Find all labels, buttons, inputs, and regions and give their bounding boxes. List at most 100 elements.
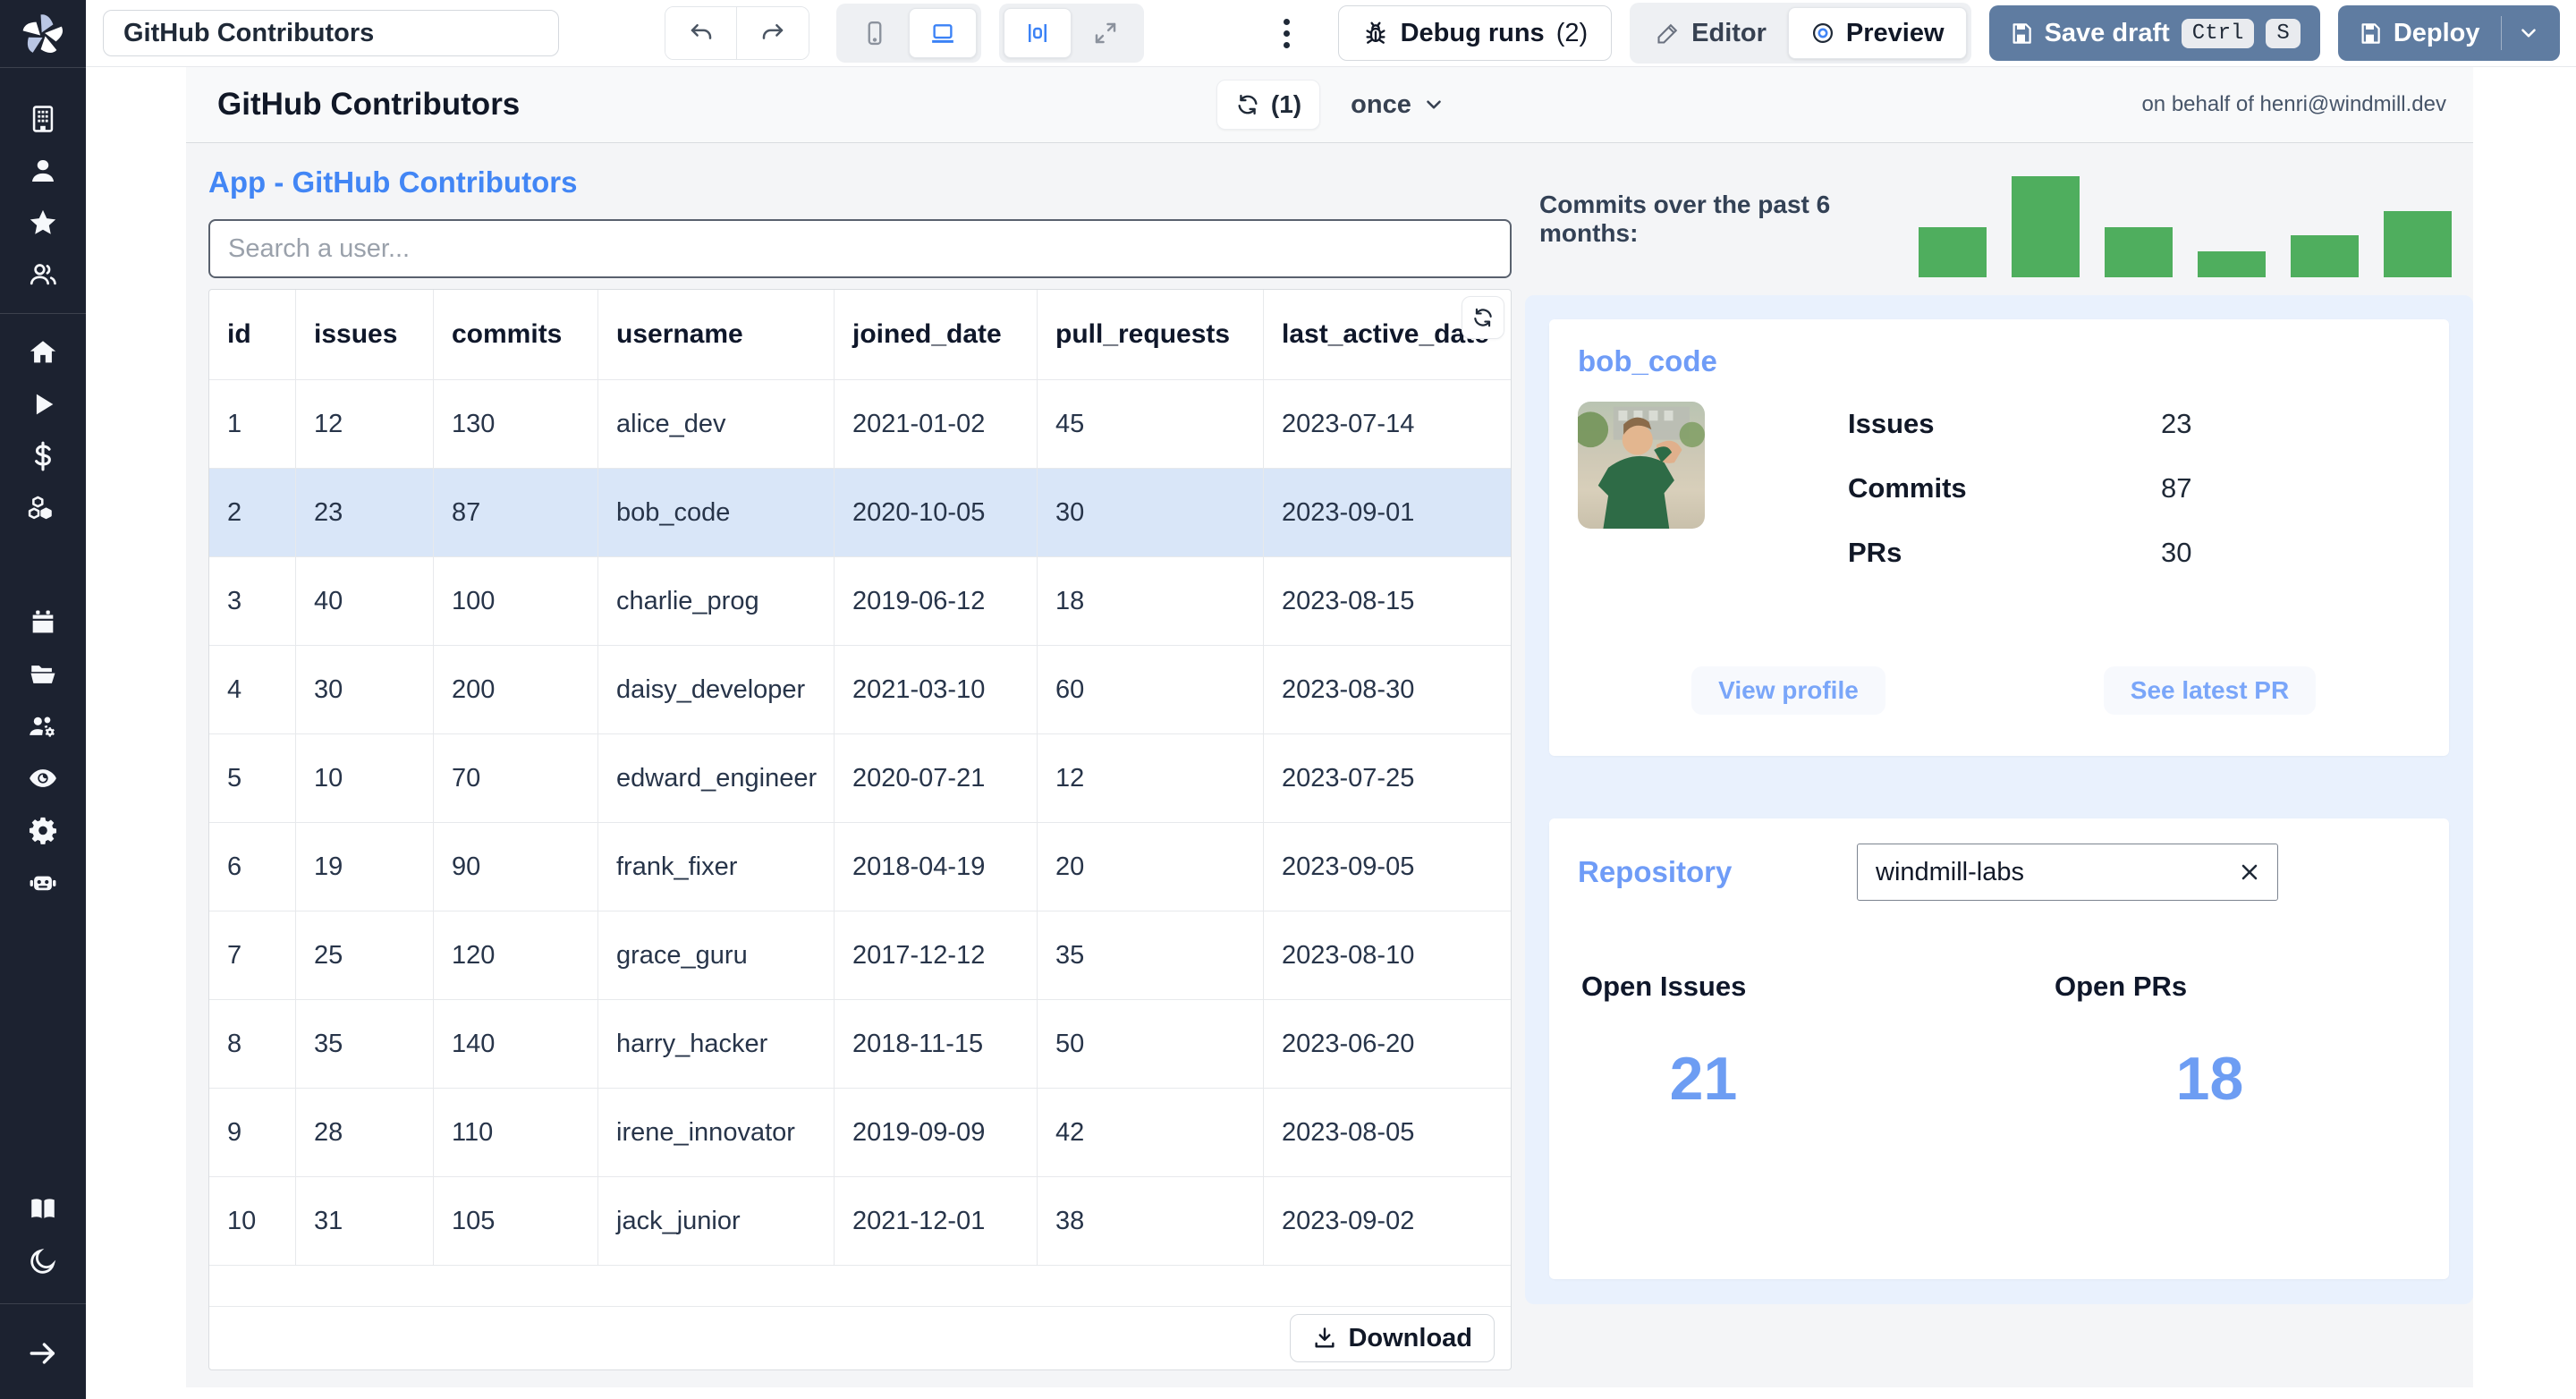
open-prs-label: Open PRs [2055,971,2188,1002]
building-icon[interactable] [0,93,86,145]
table-cell: 2023-09-01 [1282,497,1415,527]
table-cell: 90 [434,823,598,911]
table-cell: 2019-09-09 [835,1089,1038,1176]
table-row[interactable]: 3 40 100 charlie_prog 2019-06-12 18 2023-08-15 [209,557,1511,646]
users-gear-icon[interactable] [0,700,86,752]
table-row[interactable]: 5 10 70 edward_engineer 2020-07-21 12 2023-07-… [209,734,1511,823]
undo-button[interactable] [665,7,737,59]
sidebar [0,0,86,1399]
moon-icon[interactable] [0,1235,86,1287]
arrow-right-icon[interactable] [0,1327,86,1379]
chart-bar [2198,251,2266,277]
table-cell: 7 [209,911,296,999]
table-cell: 130 [434,380,598,468]
see-latest-pr-button[interactable]: See latest PR [2103,666,2317,715]
preview-tab[interactable]: Preview [1787,7,1967,59]
table-column-header: commits [434,290,598,379]
table-cell: 200 [434,646,598,733]
app-link-heading: App - GitHub Contributors [208,165,578,199]
save-icon [2009,21,2033,46]
download-button[interactable]: Download [1290,1314,1495,1362]
table-row[interactable]: 9 28 110 irene_innovator 2019-09-09 42 2023-08… [209,1089,1511,1177]
table-cell: 10 [209,1177,296,1265]
table-body: 1 12 130 alice_dev 2021-01-02 45 2023-07-14 2 23… [209,380,1511,1266]
schedule-dropdown[interactable]: once [1351,90,1445,120]
view-profile-button[interactable]: View profile [1691,666,1885,715]
table-cell: daisy_developer [598,646,835,733]
table-cell: 3 [209,557,296,645]
folder-icon[interactable] [0,649,86,700]
desktop-view-button[interactable] [909,8,977,58]
deploy-button[interactable]: Deploy [2337,5,2560,61]
save-draft-button[interactable]: Save draft Ctrl S [1988,5,2320,61]
table-cell: 9 [209,1089,296,1176]
gear-icon[interactable] [0,804,86,856]
table-cell: 2023-09-02 [1282,1206,1415,1235]
dollar-icon[interactable] [0,430,86,482]
on-behalf-text: on behalf of henri@windmill.dev [2141,92,2446,116]
table-cell: 19 [296,823,434,911]
star-icon[interactable] [0,197,86,249]
table-cell: edward_engineer [598,734,835,822]
table-row[interactable]: 4 30 200 daisy_developer 2021-03-10 60 2023-08… [209,646,1511,734]
mobile-view-button[interactable] [841,8,909,58]
chart-bar [1919,227,1987,277]
deploy-save-icon [2358,21,2382,46]
windmill-logo[interactable] [0,0,86,68]
table-row[interactable]: 8 35 140 harry_hacker 2018-11-15 50 2023-06-20 [209,1000,1511,1089]
table-cell: 2023-08-15 [1282,586,1415,615]
stat-value: 23 [2161,408,2192,439]
calendar-icon[interactable] [0,597,86,649]
app-title-input[interactable] [103,10,559,56]
table-cell: 10 [296,734,434,822]
chart-bar [2105,227,2173,277]
table-row[interactable]: 6 19 90 frank_fixer 2018-04-19 20 2023-09-05 [209,823,1511,911]
repository-card: Repository Open Issues 21 [1549,818,2449,1279]
table-cell: 38 [1038,1177,1264,1265]
repository-input[interactable] [1857,844,2278,901]
table-cell: 5 [209,734,296,822]
table-row[interactable]: 7 25 120 grace_guru 2017-12-12 35 2023-08-10 [209,911,1511,1000]
table-cell: 60 [1038,646,1264,733]
table-row[interactable]: 2 23 87 bob_code 2020-10-05 30 2023-09-01 [209,469,1511,557]
cubes-icon[interactable] [0,482,86,534]
table-column-header: joined_date [835,290,1038,379]
deploy-chevron-icon[interactable] [2517,21,2540,45]
table-cell: 4 [209,646,296,733]
table-cell: 2021-12-01 [835,1177,1038,1265]
table-row[interactable]: 10 31 105 jack_junior 2021-12-01 38 2023-09-02 [209,1177,1511,1266]
search-input[interactable] [208,219,1512,278]
stat-value: 87 [2161,472,2192,504]
table-row[interactable]: 1 12 130 alice_dev 2021-01-02 45 2023-07-14 [209,380,1511,469]
table-cell: 25 [296,911,434,999]
app-header-bar: GitHub Contributors (1) once on behalf o… [186,67,2473,143]
table-header-row: id issues commits username joined_date pull_r… [209,290,1511,380]
center-align-button[interactable] [1004,8,1072,58]
table-cell: 42 [1038,1089,1264,1176]
chart-bar [2291,235,2359,277]
book-icon[interactable] [0,1183,86,1235]
users-icon[interactable] [0,249,86,301]
table-refresh-button[interactable] [1462,296,1504,339]
user-icon[interactable] [0,145,86,197]
play-icon[interactable] [0,378,86,430]
app-refresh-button[interactable]: (1) [1216,80,1321,130]
editor-tab[interactable]: Editor [1634,7,1788,59]
chevron-down-icon [1422,93,1445,116]
robot-icon[interactable] [0,856,86,908]
table-cell: 12 [1038,734,1264,822]
table-column-header: pull_requests [1038,290,1264,379]
eye-icon[interactable] [0,752,86,804]
chart-bar [2012,176,2080,277]
redo-button[interactable] [737,7,809,59]
debug-runs-button[interactable]: Debug runs (2) [1337,5,1613,61]
expand-button[interactable] [1072,8,1140,58]
more-options-kebab[interactable] [1275,18,1299,48]
stat-label: PRs [1848,537,1902,568]
home-icon[interactable] [0,326,86,378]
table-cell: 2019-06-12 [835,557,1038,645]
clear-input-icon[interactable] [2233,856,2266,888]
table-cell: 45 [1038,380,1264,468]
table-cell: alice_dev [598,380,835,468]
topbar: Debug runs (2) Editor Preview Save draft… [86,0,2576,67]
